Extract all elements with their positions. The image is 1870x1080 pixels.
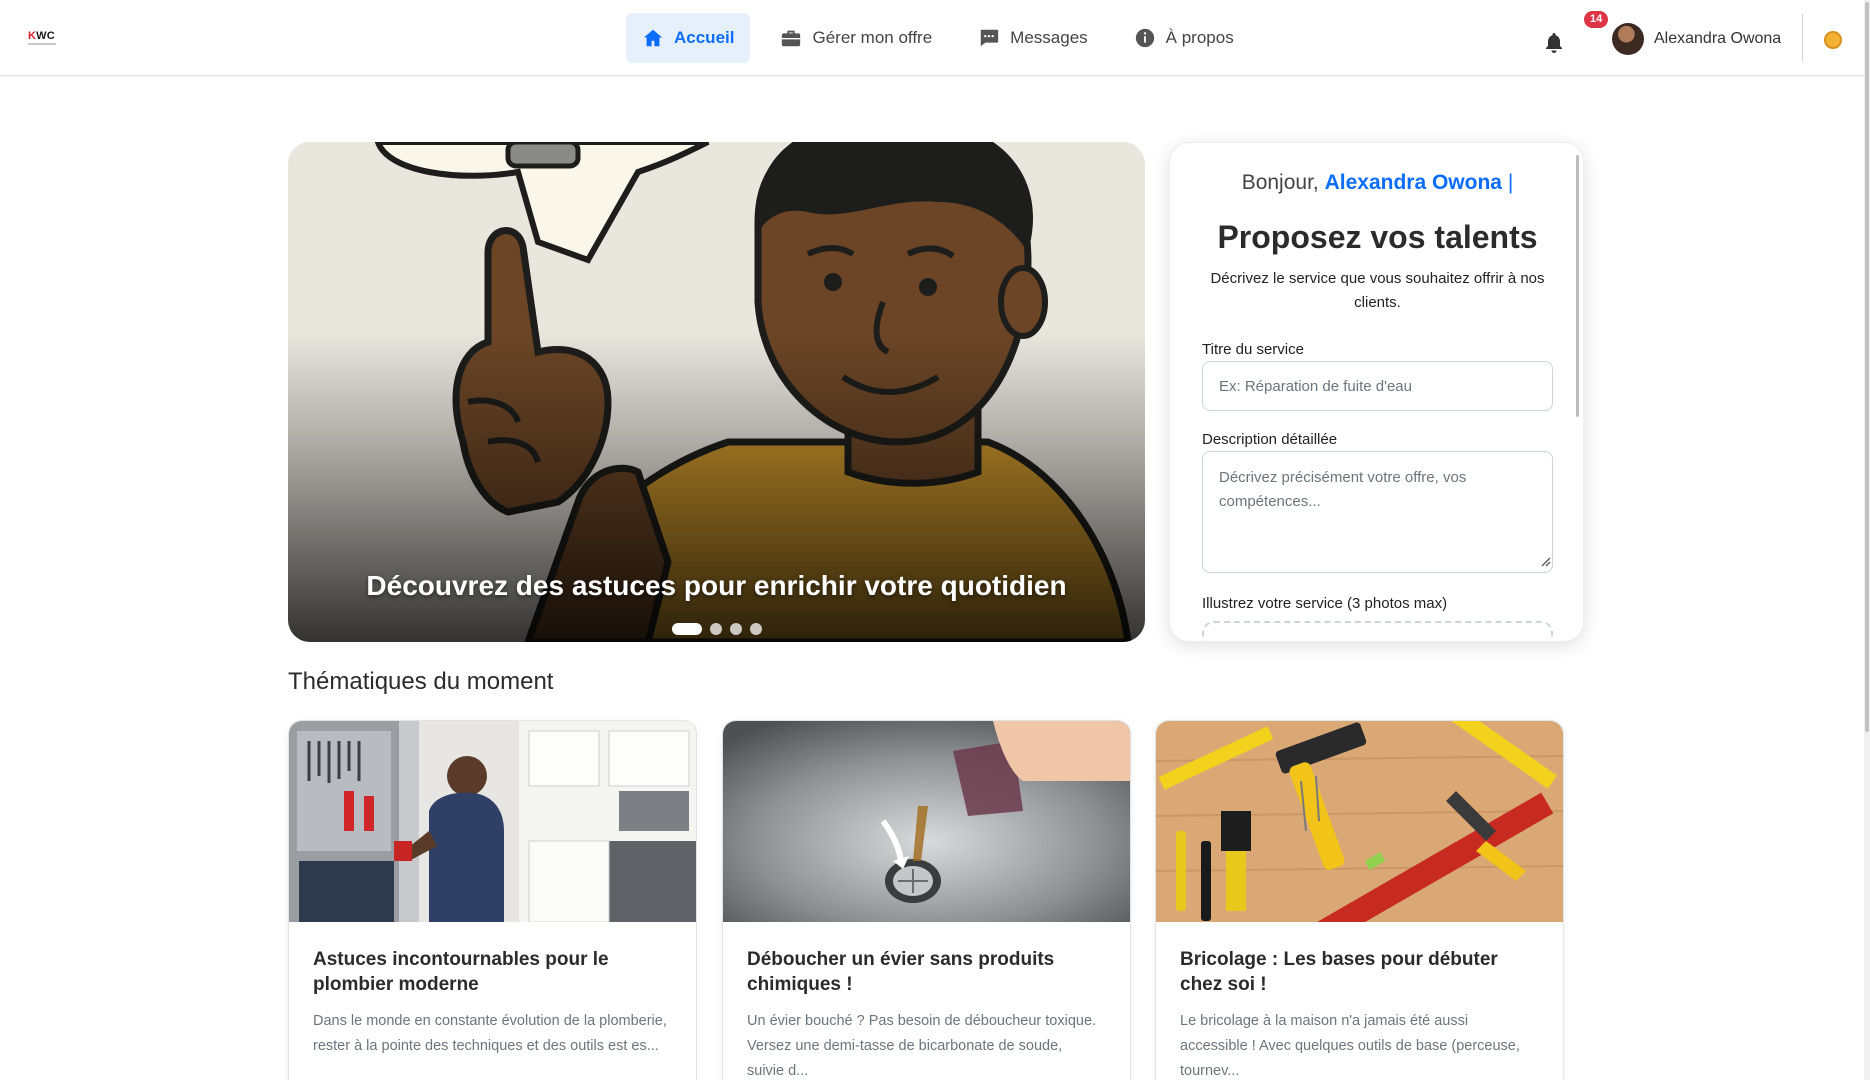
description-textarea[interactable] (1202, 451, 1553, 573)
article-card-3-excerpt: Le bricolage à la maison n'a jamais été … (1180, 1013, 1520, 1079)
article-card-1-excerpt: Dans le monde en constante évolution de … (313, 1013, 667, 1054)
article-card-2[interactable]: Déboucher un évier sans produits chimiqu… (722, 720, 1131, 1080)
nav-a-propos-label: À propos (1165, 28, 1234, 47)
hero-carousel[interactable]: Découvrez des astuces pour enrichir votr… (288, 142, 1145, 642)
home-icon (643, 29, 663, 47)
chat-icon (980, 29, 999, 47)
section-title: Thématiques du moment (288, 668, 554, 695)
theme-toggle-icon[interactable] (1824, 31, 1842, 49)
sink-image (723, 721, 1130, 922)
page-scrollbar[interactable] (1864, 0, 1870, 1080)
tools-image (1156, 721, 1563, 922)
briefcase-icon (782, 30, 801, 47)
plumber-image (289, 721, 696, 922)
logo-underline (28, 43, 56, 45)
article-card-2-title: Déboucher un évier sans produits chimiqu… (747, 949, 1055, 995)
hero-gradient-overlay (288, 142, 1145, 642)
carousel-dot-3[interactable] (730, 623, 742, 635)
page-scrollbar-thumb[interactable] (1865, 2, 1869, 732)
description-label: Description détaillée (1202, 431, 1338, 448)
bell-icon[interactable] (1542, 31, 1566, 55)
user-menu[interactable]: Alexandra Owona (1612, 22, 1781, 56)
info-icon (1135, 28, 1154, 48)
article-card-3[interactable]: Bricolage : Les bases pour débuter chez … (1155, 720, 1564, 1080)
service-title-input[interactable] (1202, 361, 1553, 411)
navbar-divider (1802, 14, 1803, 62)
carousel-dot-4[interactable] (750, 623, 762, 635)
article-card-2-excerpt: Un évier bouché ? Pas besoin de débouche… (747, 1013, 1097, 1079)
form-subtitle: Décrivez le service que vous souhaitez o… (1210, 270, 1545, 311)
greeting-prefix: Bonjour, (1241, 171, 1319, 194)
article-card-3-title: Bricolage : Les bases pour débuter chez … (1180, 949, 1498, 995)
nav-accueil[interactable]: Accueil (626, 13, 751, 63)
hero-caption: Découvrez des astuces pour enrichir votr… (366, 570, 1067, 601)
top-navbar: KWC Accueil Gérer mon offre Messages À p… (0, 0, 1870, 76)
carousel-indicators (672, 623, 762, 635)
service-title-label: Titre du service (1202, 341, 1304, 358)
photos-label: Illustrez votre service (3 photos max) (1202, 595, 1448, 612)
photo-dropzone[interactable] (1202, 621, 1553, 641)
logo-k: K (28, 30, 37, 42)
form-title: Proposez vos talents (1217, 219, 1538, 255)
nav-messages-label: Messages (1010, 28, 1088, 47)
typing-caret: | (1507, 171, 1514, 194)
article-card-1-title: Astuces incontournables pour le plombier… (313, 949, 609, 995)
resize-grip-icon[interactable] (1539, 555, 1551, 567)
offer-form-card: Bonjour, Alexandra Owona | Proposez vos … (1169, 142, 1584, 642)
kwc-logo[interactable]: KWC (28, 30, 56, 45)
nav-accueil-label: Accueil (674, 28, 735, 47)
nav-a-propos[interactable]: À propos (1118, 13, 1250, 63)
avatar (1612, 23, 1644, 55)
greeting: Bonjour, Alexandra Owona | (1170, 171, 1583, 195)
carousel-dot-1[interactable] (672, 623, 702, 635)
logo-rest: WC (36, 30, 55, 42)
nav-messages[interactable]: Messages (962, 13, 1103, 63)
user-name: Alexandra Owona (1654, 30, 1782, 47)
nav-gerer-offre[interactable]: Gérer mon offre (764, 13, 948, 63)
notification-badge: 14 (1584, 11, 1609, 28)
greeting-name: Alexandra Owona (1324, 171, 1502, 194)
nav-gerer-offre-label: Gérer mon offre (812, 28, 933, 47)
main-nav: Accueil Gérer mon offre Messages À propo… (626, 13, 1250, 63)
article-card-1[interactable]: Astuces incontournables pour le plombier… (288, 720, 697, 1080)
carousel-dot-2[interactable] (710, 623, 722, 635)
